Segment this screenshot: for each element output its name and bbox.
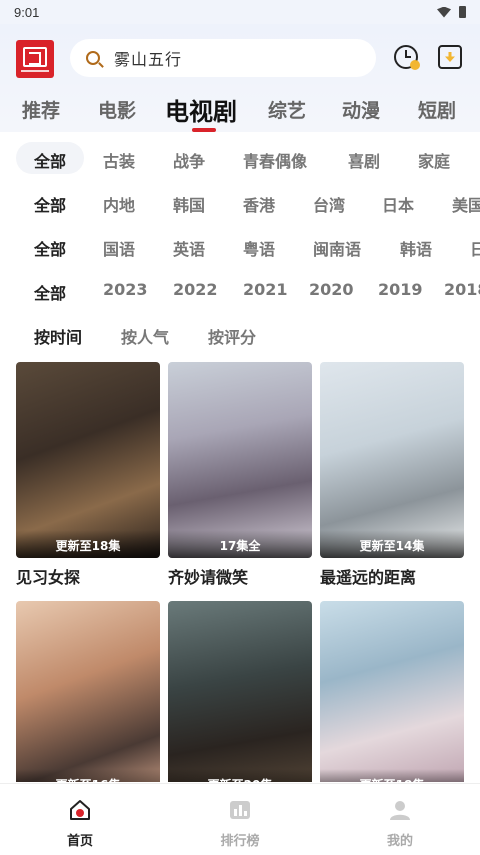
- card-title: 最遥远的距离: [320, 568, 417, 587]
- episode-badge: 更新至18集: [16, 530, 160, 558]
- history-badge-icon: [410, 60, 420, 70]
- content-grid: 更新至18集 见习女探 17集全 齐妙请微笑 更新至14集 最遥远的距离 更新至…: [16, 362, 480, 782]
- filter-chip[interactable]: 英语: [173, 236, 205, 260]
- header: 雾山五行 推荐 电影 电视剧 综艺 动漫 短剧: [0, 24, 480, 132]
- wifi-icon: [437, 6, 451, 18]
- drama-card[interactable]: 17集全 齐妙请微笑: [168, 362, 312, 588]
- episode-badge: 更新至20集: [168, 769, 312, 782]
- filter-chip[interactable]: 日语: [470, 236, 480, 260]
- filter-chip[interactable]: 国语: [103, 236, 135, 260]
- nav-label: 排行榜: [220, 834, 260, 849]
- episode-badge: 更新至14集: [320, 530, 464, 558]
- nav-profile[interactable]: 我的: [340, 784, 460, 855]
- filter-chip[interactable]: 喜剧: [348, 148, 380, 172]
- nav-ranking[interactable]: 排行榜: [180, 784, 300, 855]
- filter-chip[interactable]: 香港: [243, 192, 275, 216]
- tab-recommend[interactable]: 推荐: [22, 96, 60, 123]
- filter-chip[interactable]: 美国: [452, 192, 480, 216]
- poster-image: 更新至16集: [16, 601, 160, 782]
- filter-chip[interactable]: 2020: [309, 280, 354, 299]
- filter-chip[interactable]: 粤语: [243, 236, 275, 260]
- filter-row-year: 全部 2023 2022 2021 2020 2019 2018: [0, 268, 480, 312]
- tab-anime[interactable]: 动漫: [342, 96, 380, 123]
- filter-chip[interactable]: 全部: [34, 280, 66, 304]
- sort-chip[interactable]: 按评分: [208, 324, 256, 348]
- search-bar[interactable]: 雾山五行: [70, 39, 376, 77]
- filter-chip[interactable]: 2023: [103, 280, 148, 299]
- download-icon[interactable]: [438, 45, 462, 69]
- filter-chip[interactable]: 韩语: [400, 236, 432, 260]
- episode-badge: 17集全: [168, 530, 312, 558]
- filter-row-genre: 全部 古装 战争 青春偶像 喜剧 家庭: [0, 136, 480, 180]
- filter-chip[interactable]: 闽南语: [313, 236, 361, 260]
- filter-chip[interactable]: 全部: [34, 192, 66, 216]
- poster-image: 更新至14集: [320, 362, 464, 558]
- filter-chip[interactable]: 日本: [382, 192, 414, 216]
- status-time: 9:01: [14, 4, 40, 20]
- logo-mark-icon: [23, 46, 47, 67]
- drama-card[interactable]: 更新至18集: [320, 601, 464, 782]
- search-input[interactable]: 雾山五行: [114, 46, 182, 70]
- filter-chip[interactable]: 全部: [34, 236, 66, 260]
- nav-label: 我的: [386, 834, 413, 849]
- nav-label: 首页: [66, 834, 93, 849]
- episode-badge: 更新至18集: [320, 769, 464, 782]
- drama-card[interactable]: 更新至14集 最遥远的距离: [320, 362, 464, 588]
- filter-chip[interactable]: 韩国: [173, 192, 205, 216]
- sort-chip[interactable]: 按时间: [34, 324, 82, 348]
- filter-row-region: 全部 内地 韩国 香港 台湾 日本 美国: [0, 180, 480, 224]
- filter-chip[interactable]: 青春偶像: [243, 148, 307, 172]
- sort-chip[interactable]: 按人气: [121, 324, 169, 348]
- filter-panel: 全部 古装 战争 青春偶像 喜剧 家庭 全部 内地 韩国 香港 台湾 日本 美国…: [0, 132, 480, 358]
- drama-card[interactable]: 更新至16集: [16, 601, 160, 782]
- filter-chip[interactable]: 家庭: [418, 148, 450, 172]
- filter-chip[interactable]: 2021: [243, 280, 288, 299]
- tab-tv-series[interactable]: 电视剧: [165, 92, 237, 127]
- poster-image: 更新至18集: [320, 601, 464, 782]
- card-title: 齐妙请微笑: [168, 568, 249, 587]
- filter-chip[interactable]: 2018: [444, 280, 480, 299]
- status-bar: 9:01: [0, 0, 480, 24]
- tab-short-drama[interactable]: 短剧: [418, 96, 456, 123]
- app-logo[interactable]: [16, 40, 54, 78]
- tab-movie[interactable]: 电影: [98, 96, 136, 123]
- nav-home[interactable]: 首页: [20, 784, 140, 855]
- filter-chip[interactable]: 战争: [173, 148, 205, 172]
- filter-chip[interactable]: 全部: [34, 148, 66, 172]
- filter-row-sort: 按时间 按人气 按评分: [0, 312, 480, 356]
- card-title: 见习女探: [16, 568, 81, 587]
- category-tabs: 推荐 电影 电视剧 综艺 动漫 短剧: [0, 92, 480, 132]
- poster-image: 17集全: [168, 362, 312, 558]
- filter-chip[interactable]: 古装: [103, 148, 135, 172]
- episode-badge: 更新至16集: [16, 769, 160, 782]
- filter-chip[interactable]: 2019: [378, 280, 423, 299]
- filter-chip[interactable]: 内地: [103, 192, 135, 216]
- ranking-icon: [230, 801, 250, 819]
- filter-chip[interactable]: 台湾: [313, 192, 345, 216]
- battery-icon: [459, 6, 466, 18]
- filter-chip[interactable]: 2022: [173, 280, 218, 299]
- filter-row-language: 全部 国语 英语 粤语 闽南语 韩语 日语: [0, 224, 480, 268]
- poster-image: 更新至20集: [168, 601, 312, 782]
- drama-card[interactable]: 更新至20集: [168, 601, 312, 782]
- tab-variety[interactable]: 综艺: [268, 96, 306, 123]
- search-icon: [86, 51, 100, 65]
- poster-image: 更新至18集: [16, 362, 160, 558]
- drama-card[interactable]: 更新至18集 见习女探: [16, 362, 160, 588]
- status-icons: [437, 6, 466, 18]
- profile-icon: [390, 801, 410, 820]
- home-icon: [70, 800, 90, 820]
- bottom-nav: 首页 排行榜 我的: [0, 783, 480, 855]
